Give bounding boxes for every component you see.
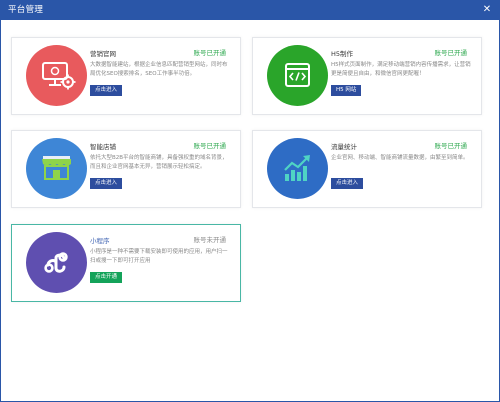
status-badge: 账号未开通 bbox=[193, 236, 227, 244]
card-description: 企业官网、移动端、智能商铺流量数据，由繁至到简单。 bbox=[331, 155, 469, 161]
card-description: 依托大型B2B平台的智能商铺，具备强权重的域名背景，而且和企业官网基本无异，营销… bbox=[90, 155, 228, 170]
mini-program-icon bbox=[26, 232, 87, 293]
card-smart-store: 智能店铺 账号已开通 依托大型B2B平台的智能商铺，具备强权重的域名背景，而且和… bbox=[11, 130, 241, 208]
status-badge: 账号已开通 bbox=[193, 142, 227, 150]
card-description: H5样式页面制作，满足移动端营销内容传播需求，让营销更是简便且自由，和微信官网更… bbox=[331, 62, 471, 77]
storefront-icon bbox=[26, 138, 87, 199]
card-title: 小程序 bbox=[90, 237, 110, 245]
card-traffic-stats: 流量统计 账号已开通 企业官网、移动端、智能商铺流量数据，由繁至到简单。 点击进… bbox=[252, 130, 482, 208]
window-title: 平台管理 bbox=[8, 5, 44, 15]
enter-button[interactable]: 点击进入 bbox=[90, 178, 123, 189]
close-icon[interactable]: ✕ bbox=[481, 4, 493, 16]
card-mini-program: 小程序 账号未开通 小程序是一种不需要下载安装即可使用的应用，用户扫一扫或搜一下… bbox=[11, 224, 241, 302]
title-bar: 平台管理 ✕ bbox=[1, 1, 499, 20]
card-description: 大数据智能建站，根据企业信息匹配营销型网站，同时布局优化SEO搜索排名，SEO工… bbox=[90, 62, 228, 77]
status-badge: 账号已开通 bbox=[434, 142, 468, 150]
enter-button[interactable]: 点击进入 bbox=[331, 178, 364, 189]
card-title: 流量统计 bbox=[331, 143, 357, 151]
activate-button[interactable]: 点击开通 bbox=[90, 272, 123, 283]
website-settings-icon bbox=[26, 45, 87, 106]
card-title: 智能店铺 bbox=[90, 143, 116, 151]
status-badge: 账号已开通 bbox=[193, 49, 227, 57]
code-window-icon bbox=[267, 45, 328, 106]
card-website: 营销官网 账号已开通 大数据智能建站，根据企业信息匹配营销型网站，同时布局优化S… bbox=[11, 37, 241, 115]
card-h5: H5制作 账号已开通 H5样式页面制作，满足移动端营销内容传播需求，让营销更是简… bbox=[252, 37, 482, 115]
enter-button[interactable]: 点击进入 bbox=[90, 85, 123, 96]
status-badge: 账号已开通 bbox=[434, 49, 468, 57]
h5-site-button[interactable]: H5 网站 bbox=[331, 85, 362, 96]
card-title: H5制作 bbox=[331, 50, 354, 58]
trend-chart-icon bbox=[267, 138, 328, 199]
card-title: 营销官网 bbox=[90, 50, 116, 58]
card-description: 小程序是一种不需要下载安装即可使用的应用，用户扫一扫或搜一下即可打开应用 bbox=[90, 249, 228, 264]
